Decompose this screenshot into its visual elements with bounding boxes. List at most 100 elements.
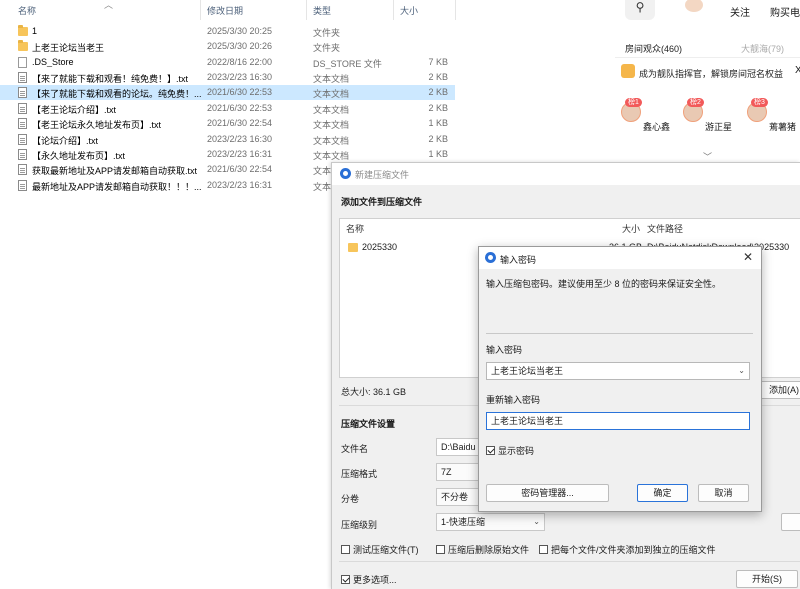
checkbox-label: 压缩后删除原始文件 [448, 545, 530, 555]
file-date: 2021/6/30 22:53 [207, 87, 273, 97]
column-header-name[interactable]: 名称 [18, 4, 36, 17]
password-manager-button[interactable]: 密码管理器... [486, 484, 609, 502]
rank-item[interactable]: 榜1 鑫心鑫 [615, 98, 675, 134]
file-name: 获取最新地址及APP请发邮箱自动获取.txt [32, 166, 198, 176]
repeat-password-label: 重新输入密码 [486, 395, 541, 405]
file-row[interactable]: 【论坛介绍】.txt 2023/2/23 16:30 文本文档 2 KB [0, 132, 455, 147]
checkbox-box-checked[interactable] [486, 446, 495, 455]
level-side-button[interactable] [781, 513, 800, 531]
file-name: .DS_Store [32, 57, 74, 67]
blank-file-icon [18, 57, 27, 68]
column-header-date[interactable]: 修改日期 [207, 4, 243, 17]
list-header-size[interactable]: 大小 [622, 222, 640, 235]
column-header-size[interactable]: 大小 [400, 4, 418, 17]
rank-badge: 榜2 [687, 98, 704, 107]
file-row[interactable]: 【老王论坛介绍】.txt 2021/6/30 22:53 文本文档 2 KB [0, 101, 455, 116]
rank-name: 鑫心鑫 [643, 122, 671, 132]
title-bar[interactable]: 输入密码 ✕ [479, 247, 761, 269]
password-value: 上老王论坛当老王 [491, 366, 564, 376]
file-row[interactable]: 上老王论坛当老王 2025/3/30 20:26 文件夹 [0, 39, 455, 54]
file-size: 1 KB [428, 149, 448, 159]
file-date: 2021/6/30 22:54 [207, 164, 273, 174]
rank-item[interactable]: 榜2 游正星 [677, 98, 737, 134]
file-type: 文本文档 [313, 151, 350, 161]
chevron-down-icon[interactable]: ⌄ [738, 363, 745, 379]
file-row-selected[interactable]: 【来了就能下载和观看的论坛。纯免费！... 2021/6/30 22:53 文本… [0, 85, 455, 100]
close-icon[interactable]: ✕ [743, 250, 753, 264]
more-options-checkbox[interactable]: 更多选项... [341, 573, 397, 586]
file-name: 【永久地址发布页】.txt [32, 151, 126, 161]
avatar[interactable] [685, 0, 703, 12]
ok-button[interactable]: 确定 [637, 484, 688, 502]
file-row[interactable]: 【永久地址发布页】.txt 2023/2/23 16:31 文本文档 1 KB [0, 147, 455, 162]
column-divider[interactable] [200, 0, 201, 20]
app-logo-icon [485, 252, 496, 263]
file-type: 文件夹 [313, 43, 341, 53]
checkbox-label: 更多选项... [353, 575, 397, 585]
banner-text: 成为靓队指挥官，解锁房间冠名权益 [639, 69, 784, 79]
column-divider[interactable] [455, 0, 456, 20]
title-bar[interactable]: 新建压缩文件 [332, 163, 800, 185]
show-password-checkbox[interactable]: 显示密码 [486, 444, 534, 457]
file-size: 2 KB [428, 103, 448, 113]
file-row[interactable]: .DS_Store 2022/8/16 22:00 DS_STORE 文件 7 … [0, 55, 455, 70]
file-row[interactable]: 【老王论坛永久地址发布页】.txt 2021/6/30 22:54 文本文档 1… [0, 116, 455, 131]
list-header-name[interactable]: 名称 [346, 222, 364, 235]
level-value: 1-快速压缩 [441, 517, 486, 527]
chevron-down-icon: ⌄ [533, 517, 540, 526]
file-date: 2022/8/16 22:00 [207, 57, 273, 67]
level-select[interactable]: 1-快速压缩 ⌄ [436, 513, 545, 531]
buy-button[interactable]: 购买电 [770, 4, 800, 19]
file-date: 2023/2/23 16:31 [207, 180, 273, 190]
column-divider[interactable] [393, 0, 394, 20]
text-file-icon [18, 149, 27, 160]
audience-tabs: 房间观众(460) 大靓海(79) [615, 38, 800, 58]
search-icon[interactable]: ⚲ [625, 0, 655, 20]
file-size: 2 KB [428, 72, 448, 82]
file-type: 文本 [313, 166, 332, 176]
rank-name: 游正星 [705, 122, 733, 132]
filename-label: 文件名 [341, 444, 369, 454]
folder-icon [348, 243, 358, 252]
sort-arrow-icon[interactable]: ︿ [104, 0, 113, 11]
checkbox-box-checked[interactable] [341, 575, 350, 584]
checkbox-box[interactable] [539, 545, 548, 554]
separate-archives-checkbox[interactable]: 把每个文件/文件夹添加到独立的压缩文件 [539, 543, 716, 556]
commander-banner[interactable]: 成为靓队指挥官，解锁房间冠名权益 X [615, 60, 800, 84]
rank-item[interactable]: 榜3 蔫薯猪 [741, 98, 800, 134]
file-date: 2023/2/23 16:31 [207, 149, 273, 159]
checkbox-box[interactable] [436, 545, 445, 554]
file-type: 文本文档 [313, 89, 350, 99]
live-stream-panel: ⚲ 关注 购买电 房间观众(460) 大靓海(79) 成为靓队指挥官，解锁房间冠… [615, 0, 800, 162]
text-file-icon [18, 180, 27, 191]
file-size: 2 KB [428, 134, 448, 144]
add-button[interactable]: 添加(A) [759, 381, 800, 399]
total-size: 总大小: 36.1 GB [341, 387, 407, 397]
column-divider[interactable] [306, 0, 307, 20]
close-icon[interactable]: X [795, 65, 800, 76]
test-archive-checkbox[interactable]: 测试压缩文件(T) [341, 543, 419, 556]
cancel-button[interactable]: 取消 [698, 484, 749, 502]
list-header-path[interactable]: 文件路径 [647, 222, 683, 235]
checkbox-label: 把每个文件/文件夹添加到独立的压缩文件 [551, 545, 716, 555]
repeat-password-input[interactable]: 上老王论坛当老王 [486, 412, 750, 430]
delete-source-checkbox[interactable]: 压缩后删除原始文件 [436, 543, 529, 556]
file-date: 2025/3/30 20:26 [207, 41, 273, 51]
column-header-type[interactable]: 类型 [313, 4, 331, 17]
file-name: 最新地址及APP请发邮箱自动获取！！！... [32, 182, 202, 192]
file-size: 2 KB [428, 87, 448, 97]
text-file-icon [18, 87, 27, 98]
checkbox-box[interactable] [341, 545, 350, 554]
checkbox-label: 测试压缩文件(T) [353, 545, 419, 555]
file-row[interactable]: 【来了就能下载和观看！纯免费！】.txt 2023/2/23 16:30 文本文… [0, 70, 455, 85]
file-date: 2023/2/23 16:30 [207, 134, 273, 144]
tab-fans[interactable]: 大靓海(79) [741, 42, 784, 55]
start-button[interactable]: 开始(S) [736, 570, 798, 588]
tab-viewers[interactable]: 房间观众(460) [625, 42, 682, 55]
password-input[interactable]: 上老王论坛当老王 ⌄ [486, 362, 750, 380]
follow-button[interactable]: 关注 [730, 4, 750, 19]
settings-heading: 压缩文件设置 [341, 419, 396, 429]
file-name: 【老王论坛介绍】.txt [32, 105, 117, 115]
file-row[interactable]: 1 2025/3/30 20:25 文件夹 [0, 24, 455, 39]
checkbox-label: 显示密码 [498, 446, 535, 456]
